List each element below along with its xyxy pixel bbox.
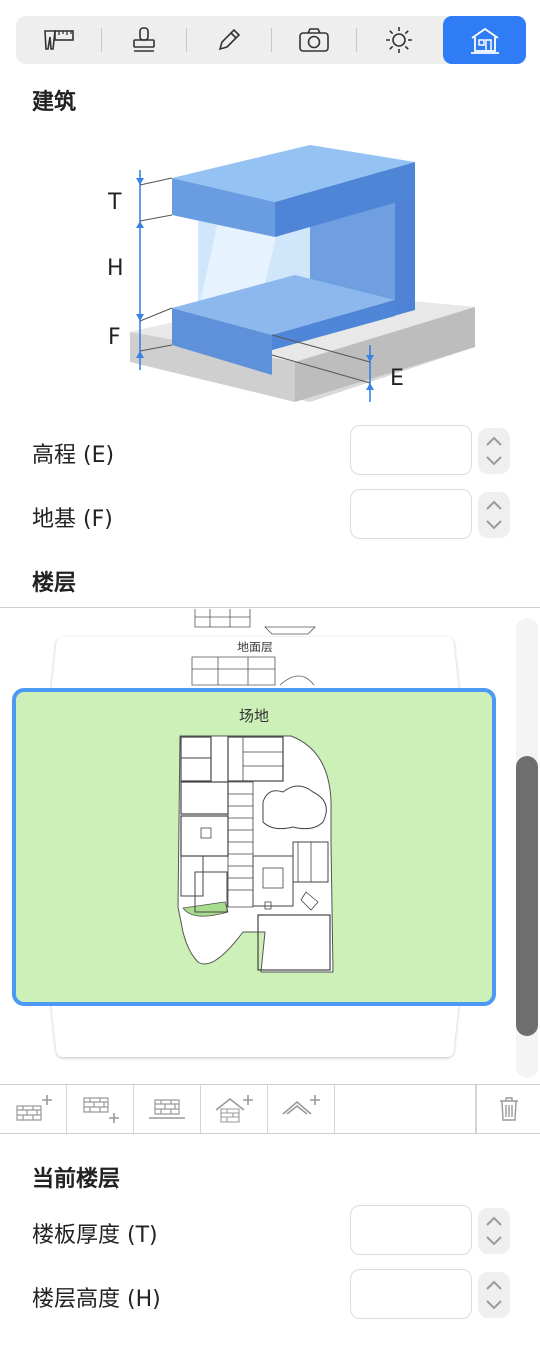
ground-floor-plan xyxy=(191,656,315,686)
floor-card-ground-label: 地面层 xyxy=(237,640,273,654)
tab-camera[interactable] xyxy=(271,16,356,64)
sun-icon xyxy=(385,27,412,53)
floor-height-label: 楼层高度 (H) xyxy=(32,1287,161,1312)
add-roof-icon xyxy=(282,1095,320,1115)
tab-sun[interactable] xyxy=(356,16,441,64)
tab-pencil[interactable] xyxy=(186,16,271,64)
tab-building[interactable] xyxy=(443,16,526,64)
floors-section-title: 楼层 xyxy=(32,571,77,596)
tool-tab-bar xyxy=(16,16,526,64)
chevron-down-icon xyxy=(486,1236,502,1246)
toolbar-spacer xyxy=(335,1085,476,1133)
chevron-down-icon xyxy=(486,456,502,466)
stamp-icon xyxy=(132,27,155,52)
chevron-up-icon xyxy=(486,1216,502,1226)
chevron-down-icon xyxy=(486,520,502,530)
floor-toolbar xyxy=(0,1084,540,1134)
measure-icon xyxy=(43,30,74,50)
trash-icon xyxy=(499,1097,518,1121)
tab-stamp[interactable] xyxy=(101,16,186,64)
building-section-diagram xyxy=(130,145,475,402)
building-icon xyxy=(470,27,499,54)
slab-thickness-stepper[interactable] xyxy=(478,1208,510,1254)
floor-button[interactable] xyxy=(134,1085,201,1133)
building-section-title: 建筑 xyxy=(32,90,77,115)
add-roof-floor-button[interactable] xyxy=(201,1085,268,1133)
floor-height-stepper[interactable] xyxy=(478,1272,510,1318)
add-floor-below-button[interactable] xyxy=(67,1085,134,1133)
delete-floor-button[interactable] xyxy=(476,1085,540,1133)
add-floor-above-button[interactable] xyxy=(0,1085,67,1133)
elevation-input[interactable] xyxy=(350,425,472,475)
add-roof-floor-icon xyxy=(215,1095,253,1123)
slab-thickness-label: 楼板厚度 (T) xyxy=(32,1223,158,1248)
chevron-up-icon xyxy=(486,436,502,446)
add-roof-button[interactable] xyxy=(268,1085,335,1133)
elevation-label: 高程 (E) xyxy=(32,443,115,468)
diagram-label-f: F xyxy=(108,325,121,350)
add-floor-above-icon xyxy=(16,1095,52,1121)
upper-floor-plan xyxy=(194,609,316,635)
camera-icon xyxy=(298,28,329,52)
foundation-input[interactable] xyxy=(350,489,472,539)
foundation-label: 地基 (F) xyxy=(32,507,113,532)
add-floor-below-icon xyxy=(83,1097,119,1123)
floor-card-site-label: 场地 xyxy=(238,707,269,725)
floor-card-below[interactable] xyxy=(50,1000,460,1058)
chevron-down-icon xyxy=(486,1300,502,1310)
current-floor-section-title: 当前楼层 xyxy=(32,1167,121,1192)
diagram-label-t: T xyxy=(108,190,122,215)
elevation-stepper[interactable] xyxy=(478,428,510,474)
floor-height-input[interactable] xyxy=(350,1269,472,1319)
floor-card-site[interactable]: 场地 xyxy=(12,688,496,1006)
diagram-label-e: E xyxy=(390,366,404,391)
floor-scroll-thumb[interactable] xyxy=(516,756,538,1036)
slab-thickness-input[interactable] xyxy=(350,1205,472,1255)
floors-divider xyxy=(0,607,540,608)
chevron-up-icon xyxy=(486,1280,502,1290)
pencil-icon xyxy=(218,28,240,51)
site-floor-plan xyxy=(177,735,334,973)
foundation-stepper[interactable] xyxy=(478,492,510,538)
diagram-label-h: H xyxy=(107,256,124,281)
tab-measure[interactable] xyxy=(16,16,101,64)
floor-icon xyxy=(149,1099,185,1119)
chevron-up-icon xyxy=(486,500,502,510)
